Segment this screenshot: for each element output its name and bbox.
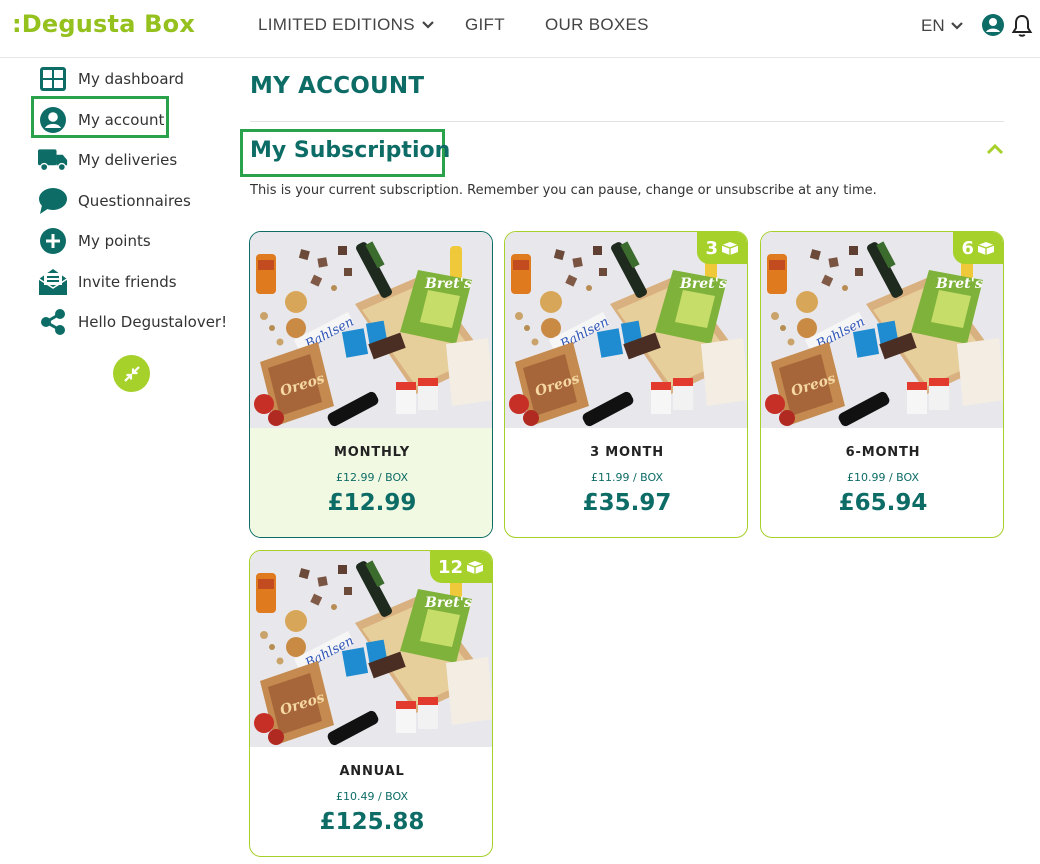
chat-icon [38, 186, 68, 216]
section-title: My Subscription [250, 138, 451, 163]
truck-icon [38, 145, 68, 175]
plan-card-monthly[interactable]: MONTHLY £12.99 / BOX £12.99 [249, 231, 493, 538]
box-count-badge: 6 [953, 232, 1003, 264]
bell-icon[interactable] [1011, 14, 1033, 38]
plan-price-per-box: £11.99 / BOX [590, 471, 664, 484]
plan-card-body: ANNUAL £10.49 / BOX £125.88 [250, 747, 492, 856]
divider [250, 121, 1004, 122]
sidebar-item-label: Questionnaires [78, 192, 191, 210]
plan-card-3-month[interactable]: 3 3 MONTH £11.99 / BOX £35.97 [504, 231, 748, 538]
nav-limited-editions-label: LIMITED EDITIONS [258, 15, 415, 34]
box-count: 12 [437, 556, 463, 578]
plan-total-price: £65.94 [838, 490, 928, 516]
sidebar-item-deliveries[interactable]: My deliveries [38, 144, 177, 176]
language-selector[interactable]: EN [921, 16, 964, 36]
user-icon [38, 105, 68, 135]
box-count-badge: 3 [697, 232, 747, 264]
sidebar-item-points[interactable]: My points [38, 225, 151, 257]
sidebar-item-account[interactable]: My account [38, 104, 164, 136]
plan-total-price: £12.99 [327, 490, 417, 516]
plan-name: ANNUAL [339, 764, 405, 779]
plan-card-body: 3 MONTH £11.99 / BOX £35.97 [505, 428, 747, 537]
sidebar-item-share[interactable]: Hello Degustalover! [38, 306, 227, 338]
plan-price-per-box: £10.99 / BOX [846, 471, 920, 484]
sidebar-item-invite[interactable]: Invite friends [38, 266, 177, 298]
share-icon [38, 307, 68, 337]
sidebar-item-label: Invite friends [78, 273, 177, 291]
plus-circle-icon [38, 226, 68, 256]
nav-our-boxes-label: OUR BOXES [545, 15, 649, 34]
box-count-badge: 12 [429, 551, 492, 583]
box-count: 6 [961, 237, 974, 259]
sidebar-item-label: My account [78, 111, 165, 129]
plan-name: 3 MONTH [590, 445, 664, 460]
plan-name: 6-MONTH [845, 445, 921, 460]
page-title: MY ACCOUNT [250, 73, 425, 99]
plan-card-body: MONTHLY £12.99 / BOX £12.99 [250, 428, 492, 537]
product-box-image [250, 232, 492, 428]
chevron-up-icon[interactable] [985, 142, 1005, 156]
collapse-sidebar-button[interactable] [113, 355, 150, 392]
sidebar-item-label: Hello Degustalover! [78, 313, 228, 331]
nav-gift-label: GIFT [465, 15, 505, 34]
plan-price-per-box: £12.99 / BOX [335, 471, 409, 484]
sidebar-item-label: My deliveries [78, 151, 178, 169]
nav-our-boxes[interactable]: OUR BOXES [545, 15, 649, 35]
chevron-down-icon [950, 22, 963, 30]
box-count: 3 [705, 237, 718, 259]
plan-card-annual[interactable]: 12 ANNUAL £10.49 / BOX £125.88 [249, 550, 493, 857]
plan-card-body: 6-MONTH £10.99 / BOX £65.94 [761, 428, 1003, 537]
envelope-icon [38, 267, 68, 297]
sidebar-item-label: My dashboard [78, 70, 184, 88]
plan-price-per-box: £10.49 / BOX [335, 790, 409, 803]
sidebar-item-questionnaires[interactable]: Questionnaires [38, 185, 191, 217]
plan-total-price: £35.97 [582, 490, 672, 516]
language-label: EN [921, 16, 945, 35]
nav-gift[interactable]: GIFT [465, 15, 505, 35]
plan-total-price: £125.88 [319, 809, 425, 835]
chevron-down-icon [422, 21, 434, 29]
sidebar-item-dashboard[interactable]: My dashboard [38, 63, 184, 95]
gift-box-icon [977, 242, 995, 255]
plan-name: MONTHLY [334, 445, 410, 460]
top-header: :Degusta Box LIMITED EDITIONS GIFT OUR B… [0, 0, 1040, 58]
sidebar-item-label: My points [78, 232, 151, 250]
user-icon[interactable] [981, 13, 1005, 37]
plan-card-6-month[interactable]: 6 6-MONTH £10.99 / BOX £65.94 [760, 231, 1004, 538]
brand-logo[interactable]: :Degusta Box [12, 10, 195, 38]
collapse-arrows-icon [123, 365, 140, 382]
gift-box-icon [466, 561, 484, 574]
dashboard-icon [38, 64, 68, 94]
section-description: This is your current subscription. Remem… [250, 183, 877, 198]
gift-box-icon [721, 242, 739, 255]
nav-limited-editions[interactable]: LIMITED EDITIONS [258, 15, 435, 35]
